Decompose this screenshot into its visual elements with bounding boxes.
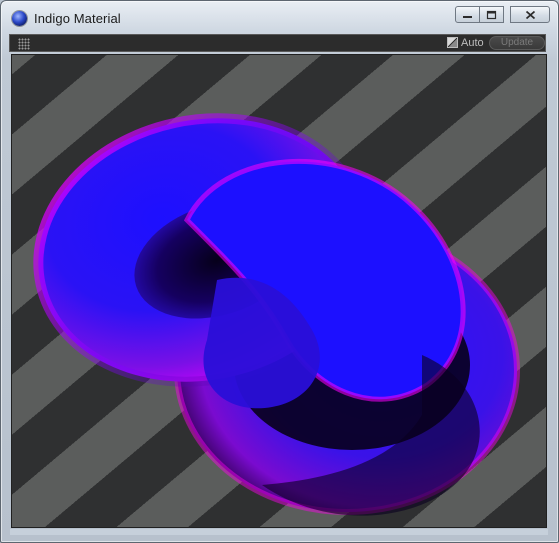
knot-render: [33, 113, 520, 516]
indigo-sphere-icon: [12, 11, 27, 26]
maximize-button[interactable]: [479, 6, 504, 23]
preview-toolbar: Auto Update: [9, 34, 546, 52]
title-bar[interactable]: Indigo Material: [1, 1, 558, 33]
update-button[interactable]: Update: [489, 36, 545, 50]
indigo-material-window: Indigo Material Auto Update: [0, 0, 559, 543]
close-icon: [525, 10, 535, 19]
grip-icon[interactable]: [18, 38, 30, 50]
material-preview-viewport[interactable]: [11, 54, 547, 528]
minimize-icon: [463, 16, 472, 18]
close-button[interactable]: [510, 6, 550, 23]
knot-crossing-tube: [183, 158, 466, 409]
window-bottom-border: [10, 529, 548, 535]
window-caption-buttons: [455, 6, 550, 25]
window-title: Indigo Material: [34, 11, 121, 26]
minimize-button[interactable]: [455, 6, 480, 23]
maximize-icon: [486, 10, 497, 19]
auto-label: Auto: [461, 37, 484, 49]
auto-checkbox[interactable]: [447, 37, 458, 48]
